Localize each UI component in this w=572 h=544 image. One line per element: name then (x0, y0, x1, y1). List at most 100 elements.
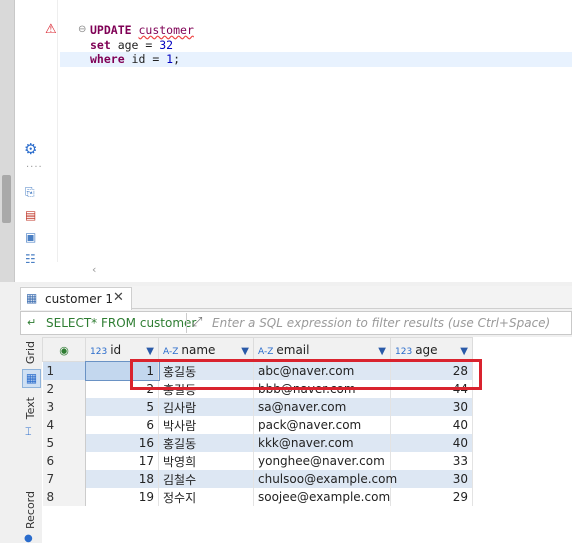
more-dots-icon: ···· (26, 162, 43, 173)
column-header-email[interactable]: A-Z email ▼ (253, 337, 391, 362)
cell-name[interactable]: 김철수 (158, 470, 254, 488)
sort-icon[interactable]: ▼ (241, 346, 249, 357)
horizontal-scrollbar[interactable]: ‹ (80, 262, 572, 278)
cell-email[interactable]: soojee@example.com (253, 488, 391, 506)
text-type-icon: A-Z (163, 346, 179, 357)
record-view-icon[interactable]: ● (24, 533, 33, 544)
table-icon: ▦ (26, 291, 38, 305)
cell-age[interactable]: 30 (390, 470, 473, 488)
text-view-icon[interactable]: ⌶ (25, 425, 32, 439)
sort-icon[interactable]: ▼ (460, 346, 468, 357)
row-number[interactable]: 4 (42, 416, 86, 434)
sort-icon[interactable]: ▼ (146, 346, 154, 357)
outline-icon[interactable]: ☷ (25, 252, 36, 266)
scroll-left-icon[interactable]: ‹ (92, 263, 96, 276)
cell-age[interactable]: 30 (390, 398, 473, 416)
cell-id[interactable]: 5 (85, 398, 159, 416)
column-name: age (415, 342, 438, 357)
number-type-icon: 123 (90, 346, 108, 357)
table-row[interactable]: 8 19 정수지 soojee@example.com 29 (42, 488, 473, 506)
cell-id[interactable]: 16 (85, 434, 159, 452)
close-icon[interactable]: ✕ (113, 290, 124, 305)
sql-text: id = (124, 52, 167, 66)
row-number[interactable]: 7 (42, 470, 86, 488)
cell-email[interactable]: yonghee@naver.com (253, 452, 391, 470)
annotation-highlight-box (130, 359, 482, 390)
cell-email[interactable]: kkk@naver.com (253, 434, 391, 452)
editor-gutter: ⚠ ⚙ ···· ⎘ ▤ ▣ ☷ (15, 0, 57, 282)
tab-customer-1[interactable]: ▦ customer 1 ✕ (20, 287, 132, 310)
cell-email[interactable]: sa@naver.com (253, 398, 391, 416)
fold-collapse-icon[interactable]: ⊖ (78, 24, 86, 35)
column-header-id[interactable]: 123 id ▼ (85, 337, 159, 362)
sql-line-2: set age = 32 (90, 38, 173, 53)
row-selector-icon[interactable]: ◉ (59, 344, 69, 357)
filter-query-label[interactable]: SELECT* FROM customer (46, 316, 196, 330)
sql-keyword: set (90, 38, 111, 52)
expand-icon[interactable]: ⤢ (192, 315, 202, 330)
tab-label: customer 1 (45, 292, 113, 306)
text-tab[interactable]: Text (24, 397, 37, 419)
record-tab[interactable]: Record (24, 491, 37, 529)
filter-divider (186, 313, 187, 333)
cell-age[interactable]: 40 (390, 416, 473, 434)
sql-text: age = (110, 38, 160, 52)
filter-bar[interactable]: ↵ SELECT* FROM customer ⤢ Enter a SQL ex… (20, 311, 572, 335)
cell-name[interactable]: 홍길동 (158, 434, 254, 452)
row-number[interactable]: 6 (42, 452, 86, 470)
filter-input[interactable]: Enter a SQL expression to filter results… (212, 316, 550, 330)
warning-icon: ⚠ (45, 22, 57, 37)
left-scrollbar[interactable] (0, 0, 15, 282)
table-row[interactable]: 4 6 박사람 pack@naver.com 40 (42, 416, 473, 434)
cell-age[interactable]: 29 (390, 488, 473, 506)
sql-number: 32 (159, 38, 174, 52)
sort-icon[interactable]: ▼ (378, 346, 386, 357)
row-number[interactable]: 8 (42, 488, 86, 506)
scroll-thumb[interactable] (2, 175, 11, 223)
row-number[interactable]: 2 (42, 380, 86, 398)
cell-email[interactable]: pack@naver.com (253, 416, 391, 434)
column-header-age[interactable]: 123 age ▼ (390, 337, 473, 362)
cell-age[interactable]: 40 (390, 434, 473, 452)
sql-table-name: customer (138, 23, 194, 37)
column-name: email (276, 342, 310, 357)
grid-tab[interactable]: Grid (24, 341, 37, 364)
cell-age[interactable]: 33 (390, 452, 473, 470)
sql-editor[interactable] (0, 0, 572, 282)
sql-keyword: UPDATE (90, 23, 132, 37)
sql-semicolon: ; (173, 52, 181, 66)
column-header-name[interactable]: A-Z name ▼ (158, 337, 254, 362)
cell-name[interactable]: 김사람 (158, 398, 254, 416)
cell-id[interactable]: 17 (85, 452, 159, 470)
column-name: name (181, 342, 216, 357)
table-row[interactable]: 6 17 박영희 yonghee@naver.com 33 (42, 452, 473, 470)
sql-line-3: where id = 1; (90, 52, 180, 67)
row-number[interactable]: 3 (42, 398, 86, 416)
row-number[interactable]: 5 (42, 434, 86, 452)
column-name: id (110, 342, 122, 357)
text-type-icon: A-Z (258, 346, 274, 357)
gutter-divider (57, 0, 58, 262)
table-row[interactable]: 7 18 김철수 chulsoo@example.com 30 (42, 470, 473, 488)
row-number[interactable]: 1 (42, 361, 86, 380)
variables-icon[interactable]: ▣ (25, 230, 36, 244)
view-switcher: Grid ▦ Text ⌶ Record ● (20, 337, 43, 544)
cell-id[interactable]: 18 (85, 470, 159, 488)
grid-view-icon[interactable]: ▦ (22, 369, 41, 388)
sql-keyword: where (90, 52, 125, 66)
cell-name[interactable]: 박사람 (158, 416, 254, 434)
table-row[interactable]: 5 16 홍길동 kkk@naver.com 40 (42, 434, 473, 452)
table-row[interactable]: 3 5 김사람 sa@naver.com 30 (42, 398, 473, 416)
sql-filter-icon: ↵ (27, 316, 37, 329)
export-icon[interactable]: ⎘ (25, 185, 35, 200)
select-all-header[interactable]: ◉ (42, 337, 86, 362)
cell-id[interactable]: 19 (85, 488, 159, 506)
cell-email[interactable]: chulsoo@example.com (253, 470, 397, 488)
file-error-icon[interactable]: ▤ (25, 208, 36, 222)
number-type-icon: 123 (395, 346, 413, 357)
cell-name[interactable]: 정수지 (158, 488, 254, 506)
cell-id[interactable]: 6 (85, 416, 159, 434)
cell-name[interactable]: 박영희 (158, 452, 254, 470)
gear-icon[interactable]: ⚙ (24, 140, 37, 158)
sql-line-1: UPDATE customer (90, 23, 194, 38)
